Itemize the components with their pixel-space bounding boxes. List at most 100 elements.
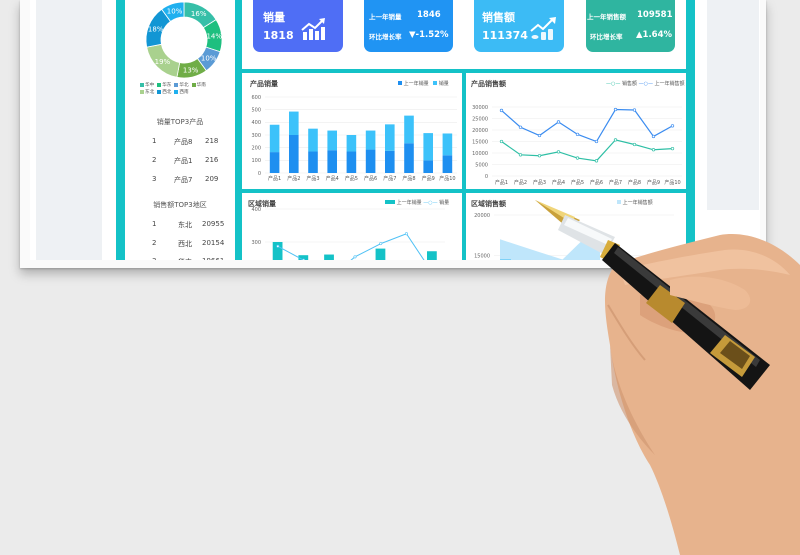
bar-prev-year-sales: [385, 150, 395, 173]
data-point: [575, 132, 580, 137]
y-tick-label: 20000: [474, 213, 490, 219]
legend-swatch: [385, 200, 395, 204]
legend-label: 销量: [438, 81, 449, 87]
bar-sales: [289, 111, 299, 135]
data-point: [632, 108, 637, 112]
legend-label: 华中: [145, 83, 155, 88]
border-h1: [242, 69, 695, 73]
kpi-sales-card[interactable]: 销量 1818: [253, 0, 343, 52]
donut-slice-label: 18%: [148, 25, 164, 33]
product-name: 产品7: [174, 176, 193, 184]
donut-slice-label: 10%: [201, 54, 217, 62]
legend-label: 华北: [179, 83, 189, 88]
x-tick-label: 产品1: [495, 179, 508, 186]
kpi-prev-revenue-card[interactable]: 上一年销售额 109581 环比增长率 ▲1.64%: [586, 0, 675, 52]
kpi-prev-revenue-label: 上一年销售额: [587, 13, 626, 21]
legend-item: 西南: [174, 89, 189, 96]
top-product-row: 3 产品7 209: [125, 175, 235, 185]
data-point: [537, 154, 542, 158]
region-name: 华中: [178, 257, 192, 260]
data-point: [276, 244, 280, 248]
legend-label: 西南: [179, 90, 189, 95]
product-value: 209: [205, 175, 219, 183]
legend-label: 上一年销售额: [654, 81, 685, 87]
series-line: [501, 139, 673, 162]
x-tick-label: 产品5: [345, 175, 358, 182]
data-point: [594, 159, 599, 163]
data-point: [651, 134, 656, 139]
bar-prev-year-sales: [289, 135, 299, 173]
legend-item: 东北: [140, 89, 154, 96]
data-point: [651, 148, 656, 152]
legend-item: 华北: [174, 82, 189, 89]
legend-item: 华中: [140, 82, 154, 89]
x-tick-label: 产品1: [268, 175, 281, 182]
legend-item: 西北: [157, 89, 171, 96]
bar-prev-year-sales: [404, 143, 414, 173]
y-tick-label: 100: [251, 158, 261, 164]
legend-swatch: [433, 81, 438, 85]
legend-swatch: [174, 89, 179, 94]
data-point: [556, 150, 561, 154]
margin-left: [36, 0, 102, 260]
data-point: [556, 120, 561, 124]
money-growth-icon: [530, 17, 556, 40]
legend-line-icon: —○—: [606, 81, 621, 87]
donut-slice-label: 16%: [191, 10, 207, 18]
bar-sales: [423, 133, 433, 161]
rank: 3: [152, 175, 157, 183]
bar-sales: [269, 124, 280, 153]
kpi-prev-sales-value: 1846: [417, 10, 441, 20]
kpi-revenue-card[interactable]: 销售额 111374: [474, 0, 564, 52]
data-point: [404, 232, 408, 236]
bar-prev-year-sales: [327, 150, 337, 173]
data-point: [353, 255, 357, 259]
data-point: [518, 125, 523, 129]
legend-swatch: [191, 82, 196, 87]
border-mid: [235, 0, 242, 260]
donut-slice-label: 10%: [167, 7, 183, 15]
y-tick-label: 200: [251, 145, 261, 151]
legend-label: 西北: [162, 90, 172, 95]
bar-sales: [385, 124, 395, 151]
y-tick-label: 400: [251, 207, 261, 213]
x-tick-label: 产品9: [422, 175, 435, 182]
rank: 1: [152, 220, 157, 228]
bar-sales: [442, 133, 453, 156]
legend-swatch: [174, 82, 179, 87]
y-tick-label: 0: [258, 171, 261, 177]
legend-swatch: [140, 89, 144, 94]
legend-line-icon: —○—: [638, 81, 653, 87]
kpi-revenue-growth-value: ▲1.64%: [636, 30, 673, 40]
x-tick-label: 产品6: [364, 175, 377, 182]
top-products-title: 销量TOP3产品: [156, 118, 204, 126]
region-value: 19661: [202, 257, 224, 260]
product-value: 216: [205, 156, 219, 164]
product-revenue-chart[interactable]: 050001000015000200002500030000产品1 产品2 产品3 产…: [466, 90, 686, 188]
y-tick-label: 300: [251, 240, 261, 246]
region-name: 西北: [178, 240, 192, 248]
product-sales-chart[interactable]: 0 100 200 300 400 500 600 产品1 产品2 产品3 产品4 产品5 产品6 产品7…: [243, 90, 461, 188]
product-name: 产品1: [174, 157, 193, 165]
x-tick-label: 产品7: [383, 175, 396, 182]
legend-label: 销售额: [621, 81, 637, 87]
region-share-donut[interactable]: 16%14%10%13%19%18%10%: [141, 0, 227, 80]
kpi-prev-sales-card[interactable]: 上一年销量 1846 环比增长率 ▼-1.52%: [364, 0, 453, 52]
bar-prev-year-sales: [442, 155, 453, 173]
top-product-row: 2 产品1 216: [125, 156, 235, 166]
legend-label: 华东: [162, 83, 172, 88]
legend-swatch: [157, 82, 162, 87]
legend-label: 华南: [196, 83, 206, 88]
data-point: [613, 107, 618, 112]
rank: 2: [152, 156, 157, 164]
donut-slice-label: 13%: [183, 66, 199, 74]
data-point: [575, 156, 580, 160]
rank: 1: [152, 137, 157, 145]
bar-prev-year-sales: [346, 151, 357, 173]
bar-prev-year-sales: [375, 248, 386, 260]
rank: 2: [152, 239, 157, 247]
data-point: [613, 138, 618, 142]
region-sales-chart[interactable]: 100200300400: [243, 205, 462, 260]
chart-title: 产品销售额: [471, 80, 506, 88]
product-value: 218: [205, 137, 219, 145]
